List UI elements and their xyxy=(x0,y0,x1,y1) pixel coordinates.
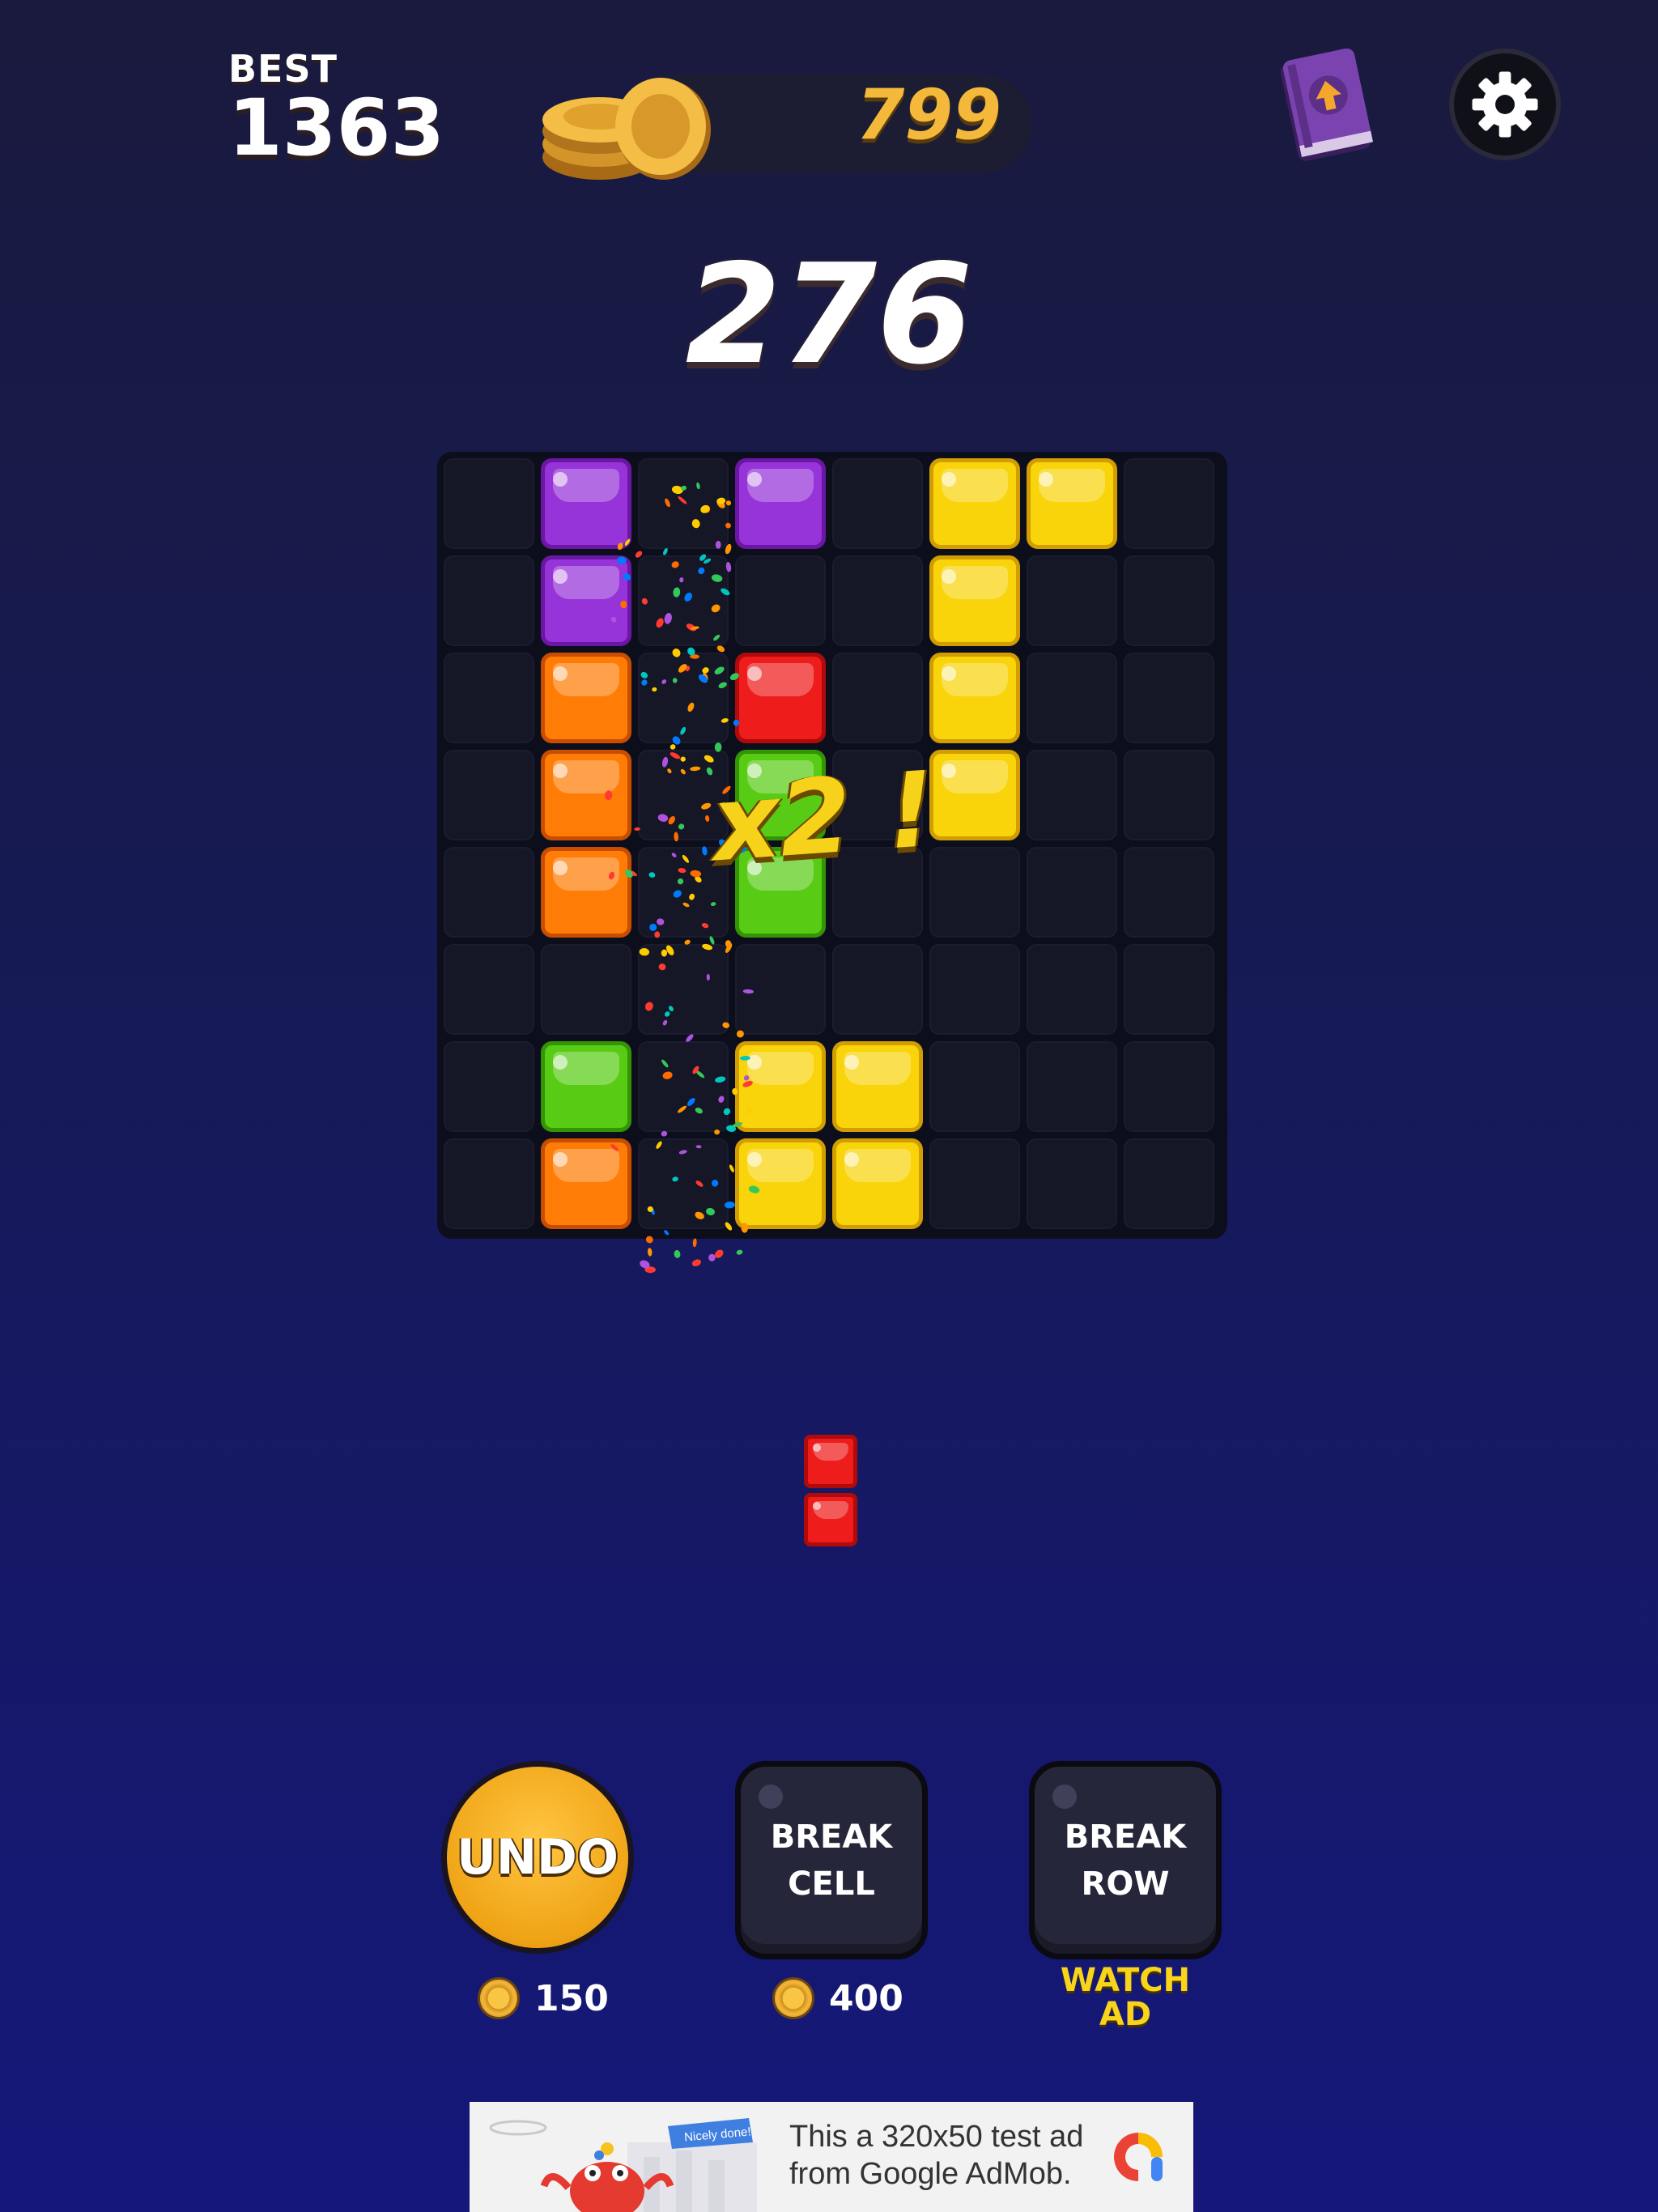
watch-ad-label[interactable]: WATCH AD xyxy=(1028,1963,1222,2031)
board-cell[interactable] xyxy=(1027,847,1117,938)
red-block xyxy=(735,653,826,743)
ad-banner[interactable]: Nicely done! This a 320x50 test ad from … xyxy=(470,2102,1193,2212)
confetti-piece xyxy=(691,1259,702,1266)
board-cell[interactable] xyxy=(444,458,534,549)
purple-block xyxy=(735,458,826,549)
coin-icon xyxy=(478,1977,520,2019)
board-cell[interactable] xyxy=(1124,458,1214,549)
best-value: 1363 xyxy=(228,83,445,173)
gear-icon xyxy=(1472,71,1538,138)
break-cell-cost: 400 xyxy=(772,1976,903,2021)
confetti-piece xyxy=(644,1266,656,1274)
confetti-piece xyxy=(674,1249,681,1258)
board-cell[interactable] xyxy=(832,555,923,646)
next-piece-block xyxy=(804,1493,857,1546)
board-cell[interactable] xyxy=(735,944,826,1035)
yellow-block xyxy=(929,750,1020,840)
best-score: BEST 1363 xyxy=(228,47,444,167)
yellow-block xyxy=(929,458,1020,549)
board-cell[interactable] xyxy=(1124,750,1214,840)
board-cell[interactable] xyxy=(1124,555,1214,646)
confetti-piece xyxy=(714,1249,724,1258)
orange-block xyxy=(541,1138,631,1229)
board-cell[interactable] xyxy=(1027,750,1117,840)
board-cell[interactable] xyxy=(1027,1041,1117,1132)
board-cell[interactable] xyxy=(638,944,729,1035)
undo-cost-value: 150 xyxy=(534,1977,609,2019)
board-cell[interactable] xyxy=(1124,653,1214,743)
coin-count: 799 xyxy=(856,74,1001,155)
rulebook-button[interactable] xyxy=(1279,48,1376,167)
board-cell[interactable] xyxy=(444,944,534,1035)
board-cell[interactable] xyxy=(1124,1138,1214,1229)
ad-mascot-image: Nicely done! xyxy=(486,2110,761,2212)
board-cell[interactable] xyxy=(1027,653,1117,743)
settings-button[interactable] xyxy=(1449,49,1561,160)
board-cell[interactable] xyxy=(929,944,1020,1035)
yellow-block xyxy=(1027,458,1117,549)
undo-button[interactable]: UNDO xyxy=(441,1761,634,1954)
green-block xyxy=(541,1041,631,1132)
yellow-block xyxy=(832,1041,923,1132)
board-cell[interactable] xyxy=(1027,1138,1117,1229)
purple-block xyxy=(541,555,631,646)
board-cell[interactable] xyxy=(1124,944,1214,1035)
board-cell[interactable] xyxy=(1027,944,1117,1035)
combo-multiplier: x2 ! xyxy=(708,749,939,886)
board-cell[interactable] xyxy=(929,1041,1020,1132)
yellow-block xyxy=(929,653,1020,743)
break-cell-cost-value: 400 xyxy=(829,1977,903,2019)
board-cell[interactable] xyxy=(638,1041,729,1132)
board-cell[interactable] xyxy=(929,847,1020,938)
board-cell[interactable] xyxy=(832,653,923,743)
coin-stack-icon xyxy=(534,66,729,188)
break-row-button[interactable]: BREAK ROW xyxy=(1029,1761,1222,1959)
board-cell[interactable] xyxy=(1027,555,1117,646)
orange-block xyxy=(541,847,631,938)
board-cell[interactable] xyxy=(1124,847,1214,938)
orange-block xyxy=(541,653,631,743)
board-cell[interactable] xyxy=(638,653,729,743)
board-cell[interactable] xyxy=(832,458,923,549)
ad-text: This a 320x50 test ad from Google AdMob. xyxy=(789,2120,1084,2191)
board-cell[interactable] xyxy=(1124,1041,1214,1132)
book-up-arrow-icon xyxy=(1280,48,1374,161)
undo-cost: 150 xyxy=(478,1976,609,2021)
yellow-block xyxy=(735,1138,826,1229)
board-cell[interactable] xyxy=(444,1138,534,1229)
board-cell[interactable] xyxy=(444,653,534,743)
confetti-piece xyxy=(708,1253,716,1261)
undo-label: UNDO xyxy=(457,1829,619,1886)
current-score: 276 xyxy=(685,235,973,395)
break-row-label: BREAK ROW xyxy=(1064,1818,1187,1903)
confetti-piece xyxy=(647,1248,653,1257)
board-cell[interactable] xyxy=(541,944,631,1035)
board-cell[interactable] xyxy=(444,847,534,938)
board-cell[interactable] xyxy=(638,1138,729,1229)
purple-block xyxy=(541,458,631,549)
board-cell[interactable] xyxy=(444,750,534,840)
board-cell[interactable] xyxy=(929,1138,1020,1229)
board-cell[interactable] xyxy=(832,944,923,1035)
orange-block xyxy=(541,750,631,840)
confetti-piece xyxy=(736,1249,743,1255)
board-cell[interactable] xyxy=(735,555,826,646)
board-cell[interactable] xyxy=(444,1041,534,1132)
next-piece-block xyxy=(804,1435,857,1488)
yellow-block xyxy=(929,555,1020,646)
board-cell[interactable] xyxy=(638,458,729,549)
yellow-block xyxy=(832,1138,923,1229)
confetti-piece xyxy=(692,1238,697,1248)
yellow-block xyxy=(735,1041,826,1132)
break-cell-label: BREAK CELL xyxy=(770,1818,893,1903)
board-cell[interactable] xyxy=(638,555,729,646)
google-admob-logo-icon xyxy=(1114,2133,1163,2181)
board-cell[interactable] xyxy=(444,555,534,646)
break-cell-button[interactable]: BREAK CELL xyxy=(735,1761,928,1959)
confetti-piece xyxy=(640,1260,650,1269)
coin-icon xyxy=(772,1977,814,2019)
